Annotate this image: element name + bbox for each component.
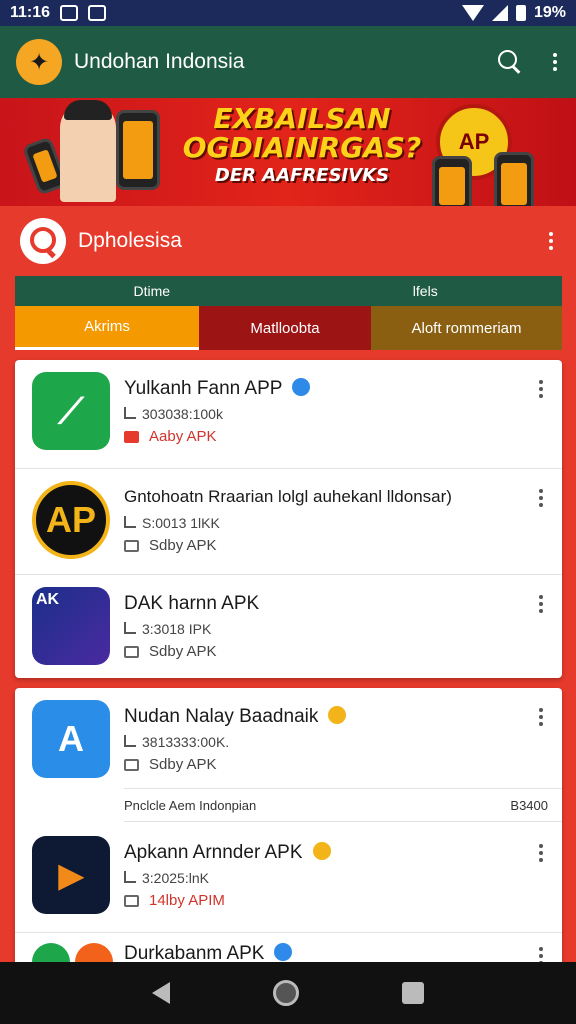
list-item[interactable]: A Nudan Nalay Baadnaik 3813333:00K. Sdby…	[15, 688, 562, 796]
home-icon[interactable]	[272, 980, 299, 1006]
message-icon	[88, 5, 107, 21]
banner-headline-2: OGDIAINRGAS?	[182, 131, 422, 165]
more-options-icon[interactable]	[550, 53, 560, 71]
app-title: Apkann Arnnder APK	[124, 842, 331, 864]
verified-icon	[312, 842, 331, 860]
promo-banner[interactable]: EXBAILSAN OGDIAINRGAS? DER AAFRESIVKS AP	[0, 98, 576, 206]
verified-icon	[274, 943, 293, 961]
tab-lfels[interactable]: lfels	[289, 276, 563, 306]
banner-phone-image	[432, 156, 472, 206]
app-title: DAK harnn APK	[124, 593, 260, 614]
app-list-card: ⟋ Yulkanh Fann APP 303038:100k Aaby APK …	[15, 360, 562, 678]
card-footer[interactable]: Pnclcle Aem Indonpian B3400	[124, 788, 562, 822]
status-time: 11:16	[10, 4, 51, 21]
app-source: Sdby APK	[124, 537, 217, 554]
status-bar: 11:16 19%	[0, 0, 576, 26]
item-more-icon[interactable]	[536, 708, 546, 726]
item-more-icon[interactable]	[536, 844, 546, 862]
list-item[interactable]: AK DAK harnn APK 3:3018 IPK Sdby APK	[15, 574, 562, 682]
tab-aloft[interactable]: Aloft rommeriam	[371, 306, 562, 350]
app-logo-icon: ✦	[16, 39, 62, 85]
item-more-icon[interactable]	[536, 595, 546, 613]
wifi-icon	[461, 5, 484, 21]
battery-icon	[515, 5, 526, 21]
banner-subline: DER AAFRESIVKS	[214, 164, 390, 186]
top-tabs: Dtime lfels	[15, 276, 562, 306]
system-nav-bar	[0, 962, 576, 1024]
app-icon: ⟋	[32, 372, 110, 450]
app-list-card: A Nudan Nalay Baadnaik 3813333:00K. Sdby…	[15, 688, 562, 970]
signal-icon	[491, 5, 508, 21]
app-title: Yulkanh Fann APP	[124, 378, 311, 400]
item-more-icon[interactable]	[536, 489, 546, 507]
app-title: Undohan Indonsia	[74, 50, 245, 73]
app-size: S:0013 1lKK	[124, 515, 220, 531]
tab-dtime[interactable]: Dtime	[15, 276, 289, 306]
verified-icon	[328, 706, 347, 724]
app-icon: AP	[32, 481, 110, 559]
app-bar: ✦ Undohan Indonsia	[0, 26, 576, 98]
list-item[interactable]: ⟋ Yulkanh Fann APP 303038:100k Aaby APK	[15, 360, 562, 468]
play-store-icon: ▶	[32, 836, 110, 914]
battery-percent: 19%	[533, 4, 566, 21]
banner-phone-image	[494, 152, 534, 206]
category-tabs: Akrims Matlloobta Aloft rommeriam	[15, 306, 562, 350]
more-options-icon[interactable]	[546, 232, 556, 250]
back-icon[interactable]	[151, 982, 170, 1004]
search-row[interactable]: Dpholesisa	[0, 206, 576, 276]
verified-icon	[292, 378, 311, 396]
app-source: 14lby APIM	[124, 892, 225, 909]
app-source: Sdby APK	[124, 756, 217, 773]
tab-akrims[interactable]: Akrims	[15, 306, 199, 350]
footer-label: Pnclcle Aem Indonpian	[124, 797, 257, 813]
notification-icon	[60, 5, 79, 21]
banner-headline-1: EXBAILSAN	[213, 102, 391, 135]
app-title: Gntohoatn Rraarian lolgl auhekanl lldons…	[124, 487, 452, 506]
recent-apps-icon[interactable]	[402, 982, 425, 1004]
search-icon[interactable]	[498, 50, 522, 74]
list-item[interactable]: AP Gntohoatn Rraarian lolgl auhekanl lld…	[15, 468, 562, 576]
app-source: Aaby APK	[124, 428, 217, 445]
item-more-icon[interactable]	[536, 380, 546, 398]
app-size: 3:3018 IPK	[124, 621, 211, 637]
app-icon: A	[32, 700, 110, 778]
app-size: 3:2025:lnK	[124, 870, 209, 886]
tab-matlloobta[interactable]: Matlloobta	[199, 306, 371, 350]
app-title: Nudan Nalay Baadnaik	[124, 706, 347, 728]
search-icon[interactable]	[20, 218, 66, 264]
app-source: Sdby APK	[124, 643, 217, 660]
app-icon: AK	[32, 587, 110, 665]
search-label[interactable]: Dpholesisa	[78, 229, 182, 253]
app-size: 3813333:00K.	[124, 734, 229, 750]
banner-person-image	[60, 100, 116, 202]
list-item[interactable]: ▶ Apkann Arnnder APK 3:2025:lnK 14lby AP…	[15, 824, 562, 932]
app-size: 303038:100k	[124, 406, 223, 422]
banner-phone-image	[116, 110, 160, 190]
footer-value: B3400	[510, 797, 548, 813]
